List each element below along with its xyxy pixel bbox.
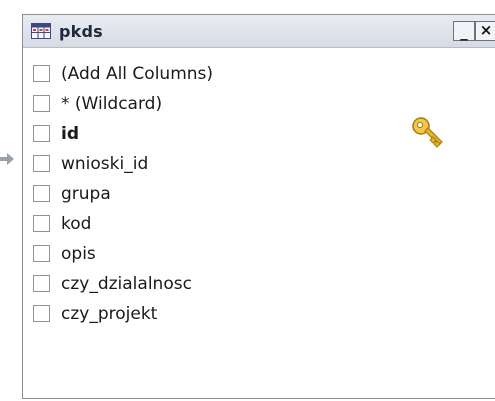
column-label: * (Wildcard) (61, 94, 163, 114)
column-row-czy-projekt[interactable]: czy_projekt (33, 299, 213, 329)
key-icon (412, 117, 443, 148)
column-checkbox[interactable] (33, 65, 50, 82)
close-icon: × (479, 21, 493, 39)
column-row-kod[interactable]: kod (33, 209, 213, 239)
column-row-add-all[interactable]: (Add All Columns) (33, 59, 213, 89)
column-checkbox[interactable] (33, 125, 50, 142)
column-label: id (61, 124, 79, 144)
column-row-wildcard[interactable]: * (Wildcard) (33, 89, 213, 119)
query-designer-canvas: pkds _ × (Add All Columns) * (Wildcard) … (0, 0, 495, 401)
column-checkbox[interactable] (33, 275, 50, 292)
column-row-czy-dzialalnosc[interactable]: czy_dzialalnosc (33, 269, 213, 299)
column-row-opis[interactable]: opis (33, 239, 213, 269)
column-row-grupa[interactable]: grupa (33, 179, 213, 209)
column-checkbox[interactable] (33, 215, 50, 232)
minimize-icon: _ (460, 23, 468, 41)
column-checkbox[interactable] (33, 155, 50, 172)
arrow-right-icon (0, 153, 14, 165)
column-row-id[interactable]: id (33, 119, 213, 149)
column-label: grupa (61, 184, 111, 204)
column-row-wnioski-id[interactable]: wnioski_id (33, 149, 213, 179)
column-list: (Add All Columns) * (Wildcard) id wniosk… (33, 59, 213, 329)
column-checkbox[interactable] (33, 95, 50, 112)
column-checkbox[interactable] (33, 305, 50, 322)
column-checkbox[interactable] (33, 245, 50, 262)
minimize-button[interactable]: _ (453, 21, 475, 41)
close-button[interactable]: × (475, 21, 495, 41)
table-icon (31, 23, 51, 39)
table-title: pkds (59, 22, 103, 41)
table-panel[interactable]: pkds _ × (Add All Columns) * (Wildcard) … (22, 14, 495, 399)
column-label: kod (61, 214, 92, 234)
column-label: czy_projekt (61, 304, 158, 324)
table-titlebar[interactable]: pkds _ × (23, 15, 495, 48)
column-label: (Add All Columns) (61, 64, 214, 84)
column-label: opis (61, 244, 96, 264)
column-checkbox[interactable] (33, 185, 50, 202)
column-label: wnioski_id (61, 154, 149, 174)
column-label: czy_dzialalnosc (61, 274, 192, 294)
